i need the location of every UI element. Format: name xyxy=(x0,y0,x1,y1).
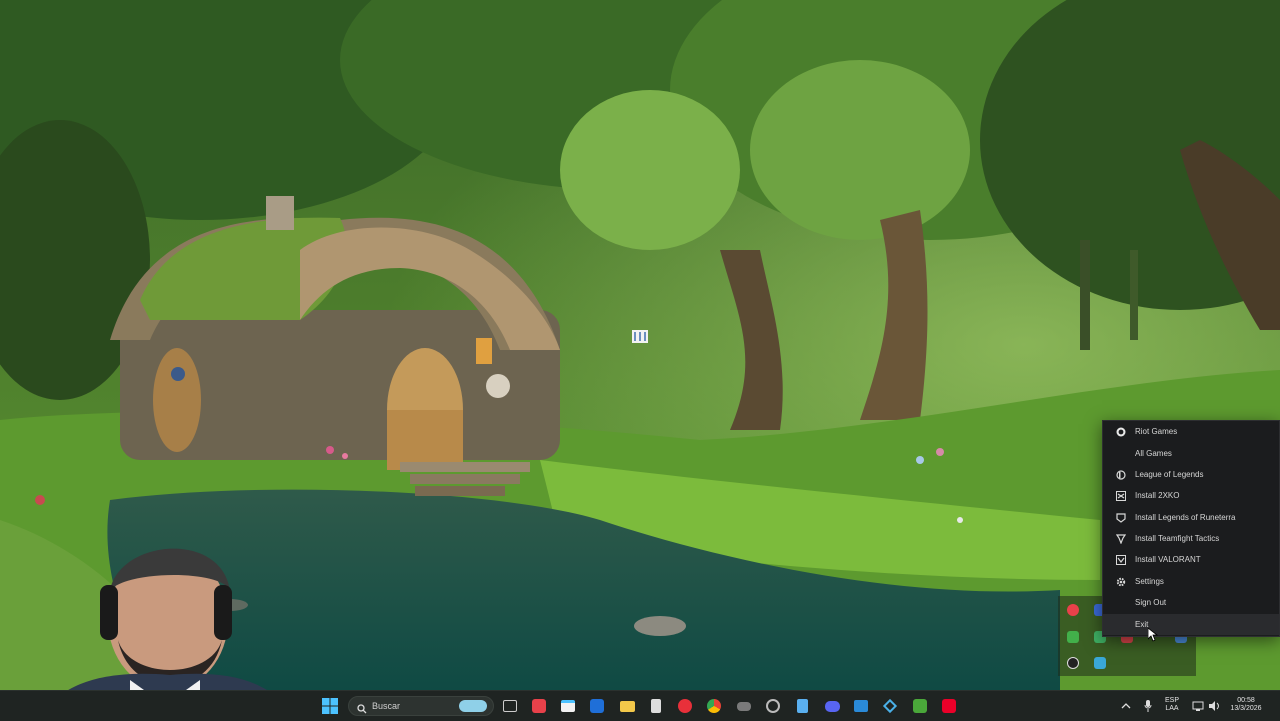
valorant-icon xyxy=(1115,554,1126,565)
task-view-icon[interactable] xyxy=(502,698,518,714)
menu-item-label: Install 2XKO xyxy=(1135,491,1180,500)
tray-app-icon[interactable] xyxy=(1067,657,1079,669)
search-label: Buscar xyxy=(372,701,401,711)
taskbar-app-icon[interactable] xyxy=(882,698,898,714)
riot-tray-icon[interactable] xyxy=(1067,604,1079,616)
network-icon[interactable] xyxy=(1190,698,1206,714)
desktop-bin-icon[interactable] xyxy=(630,326,650,346)
outlook-icon[interactable] xyxy=(589,698,605,714)
menu-item-install-2xko[interactable]: Install 2XKO xyxy=(1103,485,1279,506)
menu-item-install-runeterra[interactable]: Install Legends of Runeterra xyxy=(1103,507,1279,528)
menu-item-label: Sign Out xyxy=(1135,598,1167,607)
menu-item-exit[interactable]: Exit xyxy=(1103,614,1279,635)
tray-app-icon[interactable] xyxy=(1067,631,1079,643)
menu-item-riot-games[interactable]: Riot Games xyxy=(1103,421,1279,442)
taskbar-app-icon[interactable] xyxy=(531,698,547,714)
menu-item-label: Exit xyxy=(1135,620,1149,629)
menu-item-settings[interactable]: Settings xyxy=(1103,571,1279,592)
volume-icon[interactable] xyxy=(1206,698,1222,714)
menu-item-label: Riot Games xyxy=(1135,427,1178,436)
menu-item-label: Install Legends of Runeterra xyxy=(1135,513,1236,522)
riot-fist-icon xyxy=(1115,426,1126,437)
store-icon[interactable] xyxy=(560,698,576,714)
search-highlight-icon xyxy=(459,700,487,712)
taskbar-search[interactable]: Buscar xyxy=(348,696,494,716)
taskbar-app-icon[interactable] xyxy=(765,698,781,714)
tft-icon xyxy=(1115,533,1126,544)
2xko-icon xyxy=(1115,490,1126,501)
youtube-icon[interactable] xyxy=(677,698,693,714)
clock-date: 13/3/2026 xyxy=(1230,705,1262,712)
runeterra-icon xyxy=(1115,512,1126,523)
notepad-icon[interactable] xyxy=(794,698,810,714)
menu-item-label: Install Teamfight Tactics xyxy=(1135,534,1220,543)
photos-icon[interactable] xyxy=(853,698,869,714)
taskbar: Buscar ESP LAA 00:58 13/3/2026 xyxy=(0,690,1280,721)
keyboard-layout: LAA xyxy=(1165,705,1179,712)
menu-item-label: League of Legends xyxy=(1135,470,1204,479)
mouse-cursor xyxy=(1147,627,1159,647)
menu-item-all-games[interactable]: All Games xyxy=(1103,443,1279,464)
menu-item-label: Install VALORANT xyxy=(1135,555,1201,564)
clock[interactable]: 00:58 13/3/2026 xyxy=(1222,697,1270,713)
microphone-icon[interactable] xyxy=(1140,698,1156,714)
riot-tray-context-menu: Riot Games All Games League of Legends I… xyxy=(1102,420,1280,637)
discord-icon[interactable] xyxy=(824,698,840,714)
search-icon xyxy=(357,701,367,719)
tray-app-icon[interactable] xyxy=(1094,657,1106,669)
menu-item-install-tft[interactable]: Install Teamfight Tactics xyxy=(1103,528,1279,549)
riot-client-icon[interactable] xyxy=(941,698,957,714)
taskbar-app-icon[interactable] xyxy=(648,698,664,714)
league-icon xyxy=(1115,469,1126,480)
menu-item-install-valorant[interactable]: Install VALORANT xyxy=(1103,549,1279,570)
menu-item-league-of-legends[interactable]: League of Legends xyxy=(1103,464,1279,485)
language-indicator[interactable]: ESP LAA xyxy=(1162,697,1182,713)
gear-icon xyxy=(1115,576,1126,587)
language-code: ESP xyxy=(1164,697,1179,704)
menu-item-sign-out[interactable]: Sign Out xyxy=(1103,592,1279,613)
taskbar-app-icon[interactable] xyxy=(912,698,928,714)
taskbar-app-icon[interactable] xyxy=(736,698,752,714)
menu-item-label: Settings xyxy=(1135,577,1164,586)
menu-item-label: All Games xyxy=(1135,449,1172,458)
clock-time: 00:58 xyxy=(1237,697,1255,704)
start-button[interactable] xyxy=(322,698,338,714)
chrome-icon[interactable] xyxy=(706,698,722,714)
show-hidden-icons-chevron-up-icon[interactable] xyxy=(1118,698,1134,714)
folder-icon[interactable] xyxy=(619,698,635,714)
